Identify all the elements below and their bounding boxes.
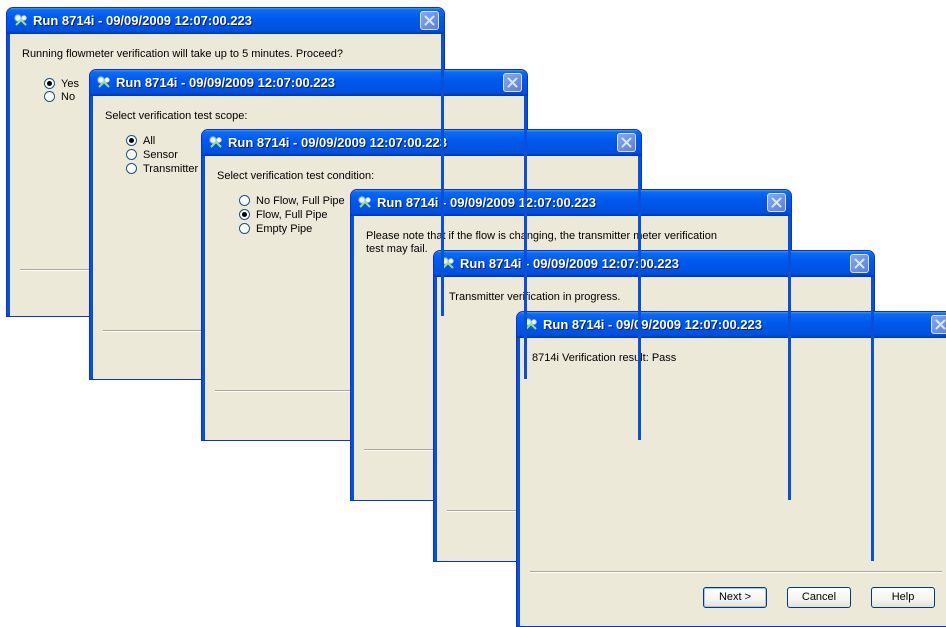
cancel-button-label: Cancel [801, 591, 837, 603]
dialog-message-line-2: test may fail. [366, 243, 428, 255]
dialog-result: Run 8714i - 09/09/2009 12:07:00.223 8714… [516, 311, 946, 627]
title-bar[interactable]: Run 8714i - 09/09/2009 12:07:00.223 [517, 312, 946, 338]
window-title: Run 8714i - 09/09/2009 12:07:00.223 [543, 317, 762, 332]
window-title: Run 8714i - 09/09/2009 12:07:00.223 [460, 256, 679, 271]
cancel-button[interactable]: Cancel [787, 587, 851, 608]
flowmeter-app-icon [357, 195, 373, 211]
dialog-message: Running flowmeter verification will take… [22, 48, 343, 60]
dialog-message: Transmitter verification in progress. [449, 291, 621, 303]
radio-button[interactable] [126, 163, 137, 174]
radio-label: Sensor [143, 148, 178, 161]
radio-no-flow-full-pipe[interactable]: No Flow, Full Pipe [239, 194, 345, 207]
close-button[interactable] [503, 73, 522, 92]
radio-button[interactable] [126, 149, 137, 160]
close-button[interactable] [931, 315, 946, 334]
dialog-message-line-1: Please note that if the flow is changing… [366, 230, 717, 242]
radio-label: Transmitter [143, 162, 199, 175]
window-title: Run 8714i - 09/09/2009 12:07:00.223 [116, 75, 335, 90]
help-button-label: Help [891, 591, 915, 603]
close-button[interactable] [850, 254, 869, 273]
flowmeter-app-icon [13, 13, 29, 29]
dialog-message: Select verification test condition: [217, 170, 375, 182]
dialog-body: 8714i Verification result: Pass Next > C… [520, 338, 946, 623]
radio-label: Yes [61, 77, 79, 90]
radio-label: Flow, Full Pipe [256, 208, 328, 221]
title-bar[interactable]: Run 8714i - 09/09/2009 12:07:00.223 [351, 190, 791, 216]
flowmeter-app-icon [208, 135, 224, 151]
radio-label: Empty Pipe [256, 222, 313, 235]
radio-flow-full-pipe[interactable]: Flow, Full Pipe [239, 208, 328, 221]
radio-empty-pipe[interactable]: Empty Pipe [239, 222, 312, 235]
radio-no[interactable]: No [44, 90, 75, 103]
title-bar[interactable]: Run 8714i - 09/09/2009 12:07:00.223 [202, 130, 641, 156]
radio-all[interactable]: All [126, 134, 155, 147]
separator [530, 571, 942, 573]
close-button[interactable] [420, 11, 439, 30]
radio-button[interactable] [44, 78, 55, 89]
radio-transmitter[interactable]: Transmitter [126, 162, 198, 175]
radio-label: No Flow, Full Pipe [256, 194, 345, 207]
next-button[interactable]: Next > [703, 587, 767, 608]
window-title: Run 8714i - 09/09/2009 12:07:00.223 [228, 135, 447, 150]
radio-yes[interactable]: Yes [44, 77, 79, 90]
help-button[interactable]: Help [871, 587, 935, 608]
radio-button[interactable] [239, 209, 250, 220]
flowmeter-app-icon [96, 75, 112, 91]
window-title: Run 8714i - 09/09/2009 12:07:00.223 [377, 195, 596, 210]
radio-button[interactable] [126, 135, 137, 146]
title-bar[interactable]: Run 8714i - 09/09/2009 12:07:00.223 [7, 8, 444, 34]
window-title: Run 8714i - 09/09/2009 12:07:00.223 [33, 13, 252, 28]
radio-sensor[interactable]: Sensor [126, 148, 178, 161]
radio-label: All [143, 134, 156, 147]
radio-button[interactable] [44, 91, 55, 102]
dialog-message: Select verification test scope: [105, 110, 248, 122]
next-button-label: Next > [718, 591, 752, 603]
radio-button[interactable] [239, 223, 250, 234]
result-message: 8714i Verification result: Pass [532, 352, 677, 364]
radio-label: No [61, 90, 76, 103]
title-bar[interactable]: Run 8714i - 09/09/2009 12:07:00.223 [434, 251, 874, 277]
close-button[interactable] [767, 193, 786, 212]
title-bar[interactable]: Run 8714i - 09/09/2009 12:07:00.223 [90, 70, 527, 96]
close-button[interactable] [617, 133, 636, 152]
radio-button[interactable] [239, 195, 250, 206]
